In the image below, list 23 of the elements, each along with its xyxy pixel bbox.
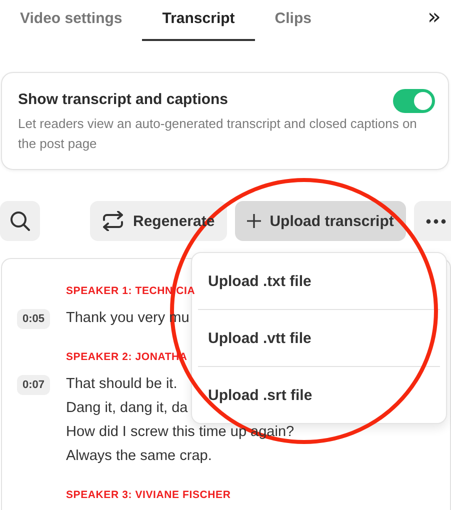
speaker-label: SPEAKER 3: VIVIANE FISCHER — [66, 489, 231, 501]
transcript-line: Dang it, dang it, da — [66, 399, 188, 418]
upload-transcript-button[interactable]: Upload transcript — [234, 201, 406, 241]
transcript-line: That should be it. — [66, 375, 178, 394]
timestamp[interactable]: 0:05 — [17, 309, 50, 329]
transcript-line: Always the same crap. — [66, 447, 212, 466]
toggle-switch[interactable] — [393, 89, 435, 113]
more-icon — [426, 218, 446, 224]
search-icon — [9, 210, 31, 232]
plus-icon — [246, 214, 261, 228]
tab[interactable]: Clips — [254, 0, 332, 41]
setting-description: Let readers view an auto-generated transcript and closed captions on the post page — [18, 115, 418, 153]
tab[interactable]: Transcript — [142, 0, 255, 41]
menu-item[interactable]: Upload .srt file — [198, 367, 440, 423]
setting-title: Show transcript and captions — [18, 91, 228, 108]
repeat-icon — [102, 211, 124, 231]
expand-button[interactable]: » — [428, 5, 441, 30]
menu-item[interactable]: Upload .txt file — [198, 253, 440, 310]
search-button[interactable] — [0, 201, 40, 241]
tab[interactable]: Video settings — [0, 0, 142, 41]
menu-item[interactable]: Upload .vtt file — [198, 310, 440, 367]
more-button[interactable] — [414, 201, 451, 241]
timestamp[interactable]: 0:07 — [17, 375, 50, 395]
